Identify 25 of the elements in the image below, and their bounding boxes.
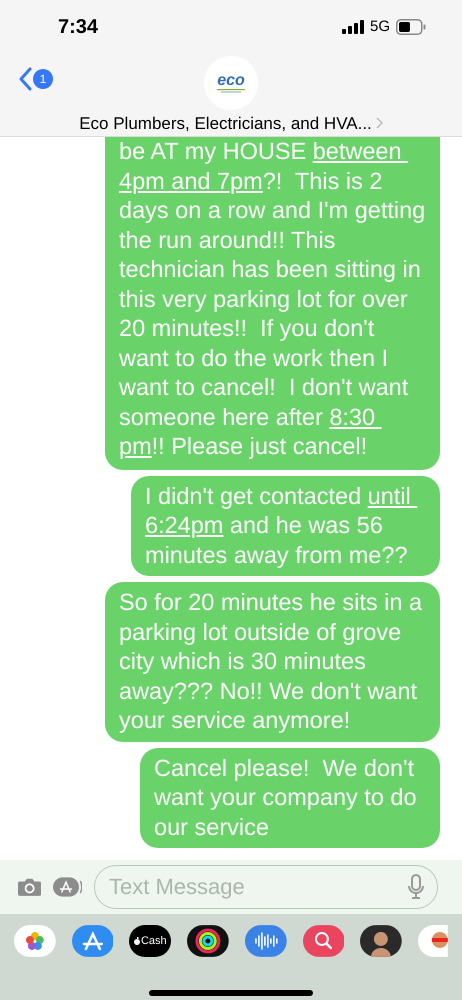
- contact-name[interactable]: Eco Plumbers, Electricians, and HVA...: [79, 110, 372, 136]
- activity-rings-icon[interactable]: [187, 925, 229, 957]
- avatar-app-icon[interactable]: [360, 925, 402, 957]
- message-field[interactable]: Text Message: [94, 865, 438, 909]
- audio-wave-icon[interactable]: [244, 925, 287, 957]
- image-search-icon[interactable]: [302, 925, 344, 957]
- message-text: I didn't get contacted until 6:24pm and he was 56 minutes away from me??: [145, 482, 412, 570]
- message-text: So for 20 minutes he sits in a parking lot outside of grove city which is 30 minutes away??? No!! We don't want your service anymore!: [119, 588, 424, 735]
- back-button[interactable]: 1: [18, 66, 53, 90]
- logo-text: eco: [217, 72, 245, 88]
- message-text: be AT my HOUSE between 4pm and 7pm?! This is 2 days on a row and I'm getting the run around!! This technician has been sitting in this very parking lot for over 20 minutes!! If you don't want to do the work then I want to cancel! I don't want someone here after 8:30 pm!! Please just cancel!: [119, 137, 426, 461]
- photos-app-icon[interactable]: [14, 925, 56, 957]
- network-label: 5G: [370, 17, 390, 37]
- message-text: Cancel please! We don't want your company to do our service: [154, 754, 418, 842]
- microphone-icon[interactable]: [408, 874, 424, 900]
- chevron-right-icon: [376, 117, 383, 130]
- app-store-icon[interactable]: [72, 925, 114, 957]
- logo-lines-icon: [217, 88, 245, 92]
- battery-icon: [396, 19, 426, 36]
- back-chevron-icon: [18, 66, 32, 90]
- contact-avatar[interactable]: eco: [204, 56, 258, 110]
- unread-badge: 1: [33, 68, 53, 88]
- cash-app-button[interactable]: Cash: [129, 925, 172, 957]
- signal-icon: [342, 20, 364, 34]
- status-time: 7:34: [58, 15, 98, 40]
